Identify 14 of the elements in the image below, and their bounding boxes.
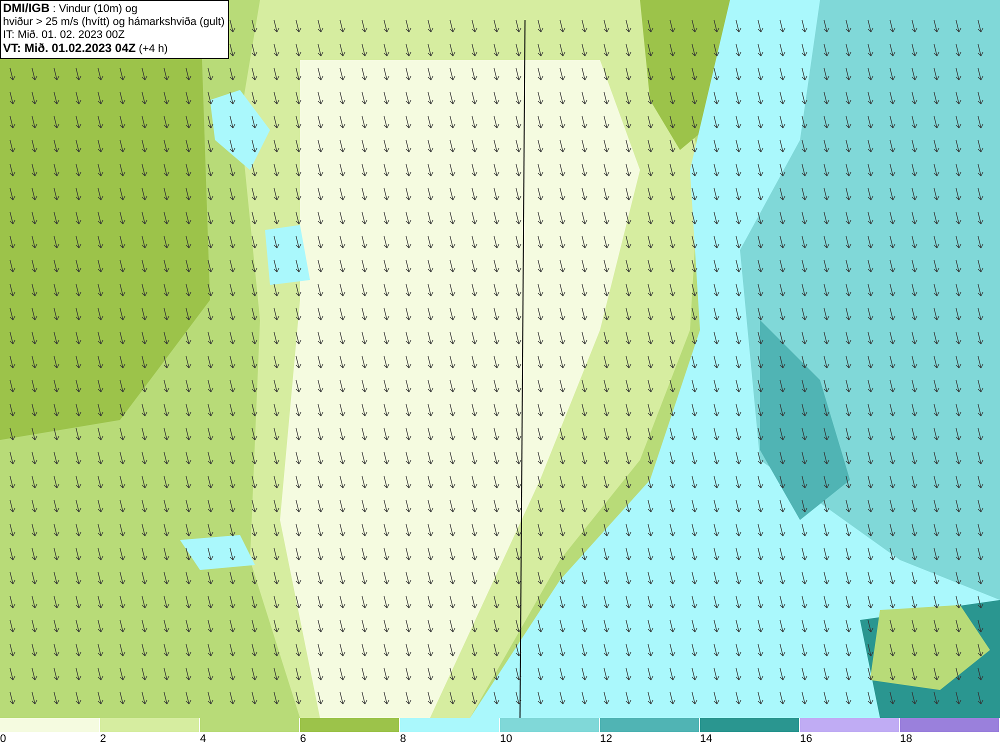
legend-tick-label: 0 [0,732,8,746]
legend-tick-label: 10 [500,732,514,746]
caption-line: IT: Mið. 01. 02. 2023 00Z [3,29,126,42]
caption-line: DMI/IGB : Vindur (10m) og [3,2,139,16]
legend-tick-label: 14 [700,732,714,746]
legend-tick-label: 8 [400,732,408,746]
legend-tick-label: 6 [300,732,308,746]
legend-tick-label: 12 [600,732,614,746]
caption-line: hviður > 25 m/s (hvítt) og hámarkshviða (gult) [3,16,225,29]
legend-tick-label: 2 [100,732,108,746]
legend-tick-label: 18 [900,732,914,746]
legend-tick-label: 16 [800,732,814,746]
legend-tick-label: 4 [200,732,208,746]
caption-line: VT: Mið. 01.02.2023 04Z (+4 h) [3,42,169,56]
